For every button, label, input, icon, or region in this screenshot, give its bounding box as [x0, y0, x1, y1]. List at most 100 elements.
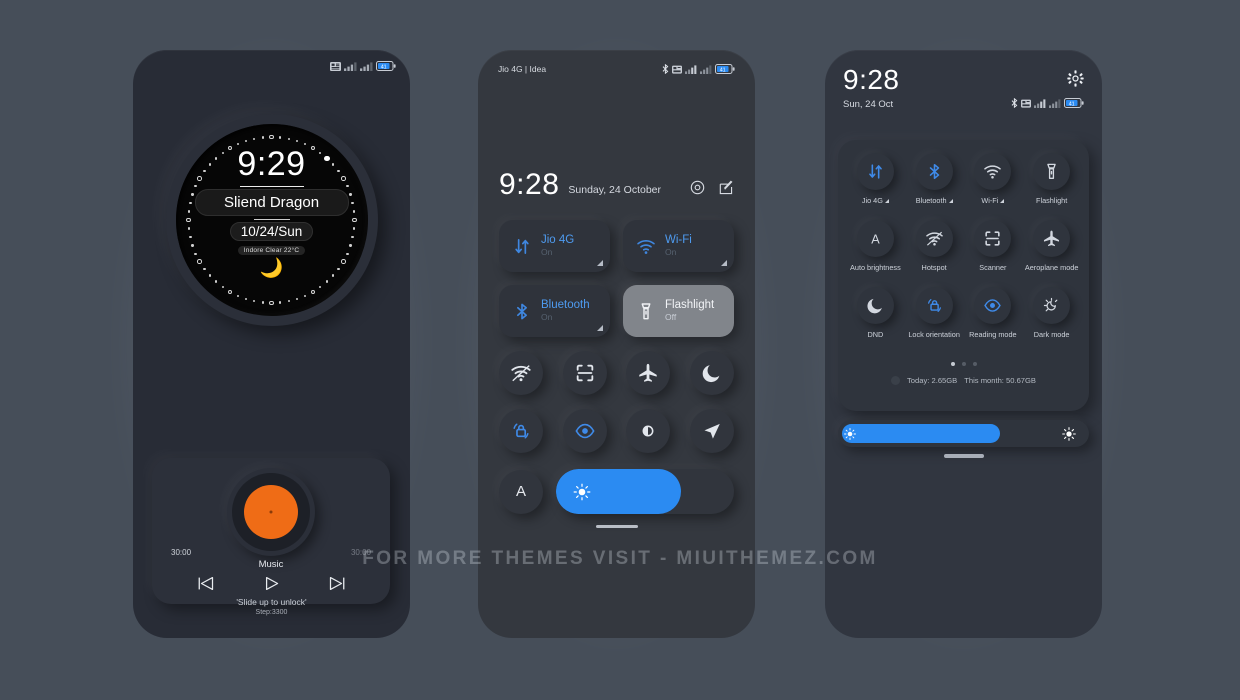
- toggle-label: Dark mode: [1034, 330, 1070, 339]
- shade-date: Sunday, 24 October: [568, 184, 662, 196]
- sim-data-icon: [330, 61, 341, 71]
- toggle-label: Bluetooth: [916, 196, 953, 205]
- bluetooth-icon: [915, 153, 953, 190]
- toggle-label-text: Wi-Fi: [981, 196, 999, 205]
- toggle-lock-orientation[interactable]: Lock orientation: [905, 287, 964, 339]
- lockscreen-footer: 'Slide up to unlock' Step:3300: [133, 597, 410, 616]
- expand-corner-icon[interactable]: [721, 260, 727, 266]
- shade-header: 9:28 Sunday, 24 October: [499, 170, 734, 200]
- moon-icon: 🌙: [259, 258, 284, 279]
- page-dot[interactable]: [950, 362, 955, 366]
- expand-corner-icon[interactable]: [597, 325, 603, 331]
- expand-caret-icon[interactable]: [948, 198, 953, 203]
- toggle-flashlight[interactable]: Flashlight: [1022, 153, 1081, 205]
- tile-label: Jio 4G: [541, 234, 575, 246]
- bluetooth-icon: [1011, 98, 1018, 108]
- toggle-dark-mode[interactable]: [626, 409, 671, 453]
- tile-bluetooth[interactable]: Bluetooth On: [499, 285, 610, 337]
- tile-wi-fi[interactable]: Wi-Fi On: [623, 220, 734, 272]
- toggle-label: Aeroplane mode: [1025, 263, 1079, 272]
- battery-icon: 41: [715, 64, 735, 74]
- signal-bars-icon: [344, 61, 357, 71]
- toggle-lock-orientation[interactable]: [499, 409, 543, 453]
- reading-mode-icon: [984, 299, 1002, 312]
- quick-toggle-row-2: [499, 409, 734, 453]
- previous-icon[interactable]: [197, 576, 214, 591]
- clock-face: 9:29 Sliend Dragon 10/24/Sun Indore Clea…: [175, 124, 368, 316]
- step-counter: Step:3300: [255, 609, 288, 616]
- toggle-aeroplane-mode[interactable]: Aeroplane mode: [1022, 220, 1081, 272]
- divider-line: [239, 186, 304, 187]
- toggle-location[interactable]: [689, 409, 734, 453]
- brightness-row: A: [499, 469, 734, 514]
- dark-mode-icon: [1033, 287, 1071, 324]
- lock-orientation-icon: [915, 287, 953, 324]
- toggle-hotspot[interactable]: Hotspot: [905, 220, 964, 272]
- auto-brightness-button[interactable]: A: [499, 469, 543, 514]
- disc-hole: [269, 510, 273, 514]
- toggle-scanner[interactable]: [562, 351, 607, 395]
- tile-label: Flashlight: [665, 299, 715, 311]
- auto-brightness-icon: A: [856, 220, 894, 257]
- carrier-label: Jio 4G | Idea: [498, 64, 547, 74]
- toggle-dark-mode[interactable]: Dark mode: [1022, 287, 1081, 339]
- weather-badge[interactable]: Indore Clear 22°C: [237, 246, 306, 255]
- brightness-slider[interactable]: [838, 420, 1089, 447]
- toggle-label: Reading mode: [969, 330, 1016, 339]
- brightness-slider[interactable]: [556, 469, 734, 514]
- hotspot-icon: [925, 231, 943, 246]
- edit-icon[interactable]: [719, 180, 734, 195]
- lockscreen-time: 9:29: [237, 145, 306, 183]
- aeroplane-icon: [639, 363, 658, 382]
- next-icon[interactable]: [329, 576, 346, 591]
- settings-icon[interactable]: [1067, 70, 1084, 87]
- flashlight-icon: [1047, 163, 1056, 179]
- analog-clock-widget[interactable]: 9:29 Sliend Dragon 10/24/Sun Indore Clea…: [165, 114, 378, 326]
- brightness-fill: [842, 424, 1000, 443]
- tile-jio-4g[interactable]: Jio 4G On: [499, 220, 610, 272]
- dnd-moon-icon: [856, 287, 894, 324]
- mobile-data-icon: [515, 238, 529, 254]
- page-indicator: [838, 362, 1089, 366]
- toggle-hotspot[interactable]: [499, 351, 543, 395]
- wifi-icon: [984, 165, 1002, 179]
- toggle-label: Wi-Fi: [981, 196, 1005, 205]
- dark-mode-sun-moon-icon: [1043, 297, 1058, 312]
- expand-caret-icon[interactable]: [1000, 198, 1005, 203]
- toggle-scanner[interactable]: Scanner: [964, 220, 1023, 272]
- data-usage-row[interactable]: Today: 2.65GB This month: 50.67GB: [838, 376, 1089, 385]
- toggle-label-text: Flashlight: [1036, 196, 1068, 205]
- control-center-drag-handle[interactable]: [943, 454, 984, 458]
- toggle-label-text: Bluetooth: [915, 196, 947, 205]
- toggle-label-text: Jio 4G: [861, 196, 883, 205]
- toggle-reading-mode[interactable]: Reading mode: [964, 287, 1023, 339]
- settings-icon[interactable]: [690, 180, 705, 195]
- shade-drag-handle[interactable]: [595, 525, 638, 528]
- toggle-dnd[interactable]: DND: [846, 287, 905, 339]
- toggle-aeroplane[interactable]: [626, 351, 671, 395]
- tile-state: On: [541, 247, 553, 257]
- toggle-jio-4g[interactable]: Jio 4G: [846, 153, 905, 205]
- hotspot-icon: [511, 365, 531, 382]
- toggle-wi-fi[interactable]: Wi-Fi: [964, 153, 1023, 205]
- owner-name-badge: Sliend Dragon: [194, 189, 349, 216]
- page-dot[interactable]: [972, 362, 977, 366]
- reading-mode-icon: [575, 423, 595, 439]
- expand-caret-icon[interactable]: [884, 198, 889, 203]
- toggle-reading-mode[interactable]: [562, 409, 607, 453]
- play-icon[interactable]: [263, 576, 280, 591]
- page-dot[interactable]: [961, 362, 966, 366]
- toggle-dnd-moon[interactable]: [689, 351, 734, 395]
- expand-corner-icon[interactable]: [597, 260, 603, 266]
- alarm-icon: [672, 65, 682, 74]
- battery-level: 41: [381, 64, 387, 70]
- album-disc[interactable]: [227, 468, 315, 556]
- music-widget: 30:00 30:00 Music: [152, 458, 390, 604]
- alarm-icon: [1021, 99, 1031, 108]
- tile-flashlight[interactable]: Flashlight Off: [623, 285, 734, 337]
- toggle-bluetooth[interactable]: Bluetooth: [905, 153, 964, 205]
- dnd-moon-icon: [867, 298, 882, 314]
- toggle-auto-brightness[interactable]: A Auto brightness: [846, 220, 905, 272]
- phone-lockscreen: 41 9:29 Sliend Dragon 10/24/Sun Indore C…: [133, 50, 410, 638]
- toggle-label: DND: [867, 330, 883, 339]
